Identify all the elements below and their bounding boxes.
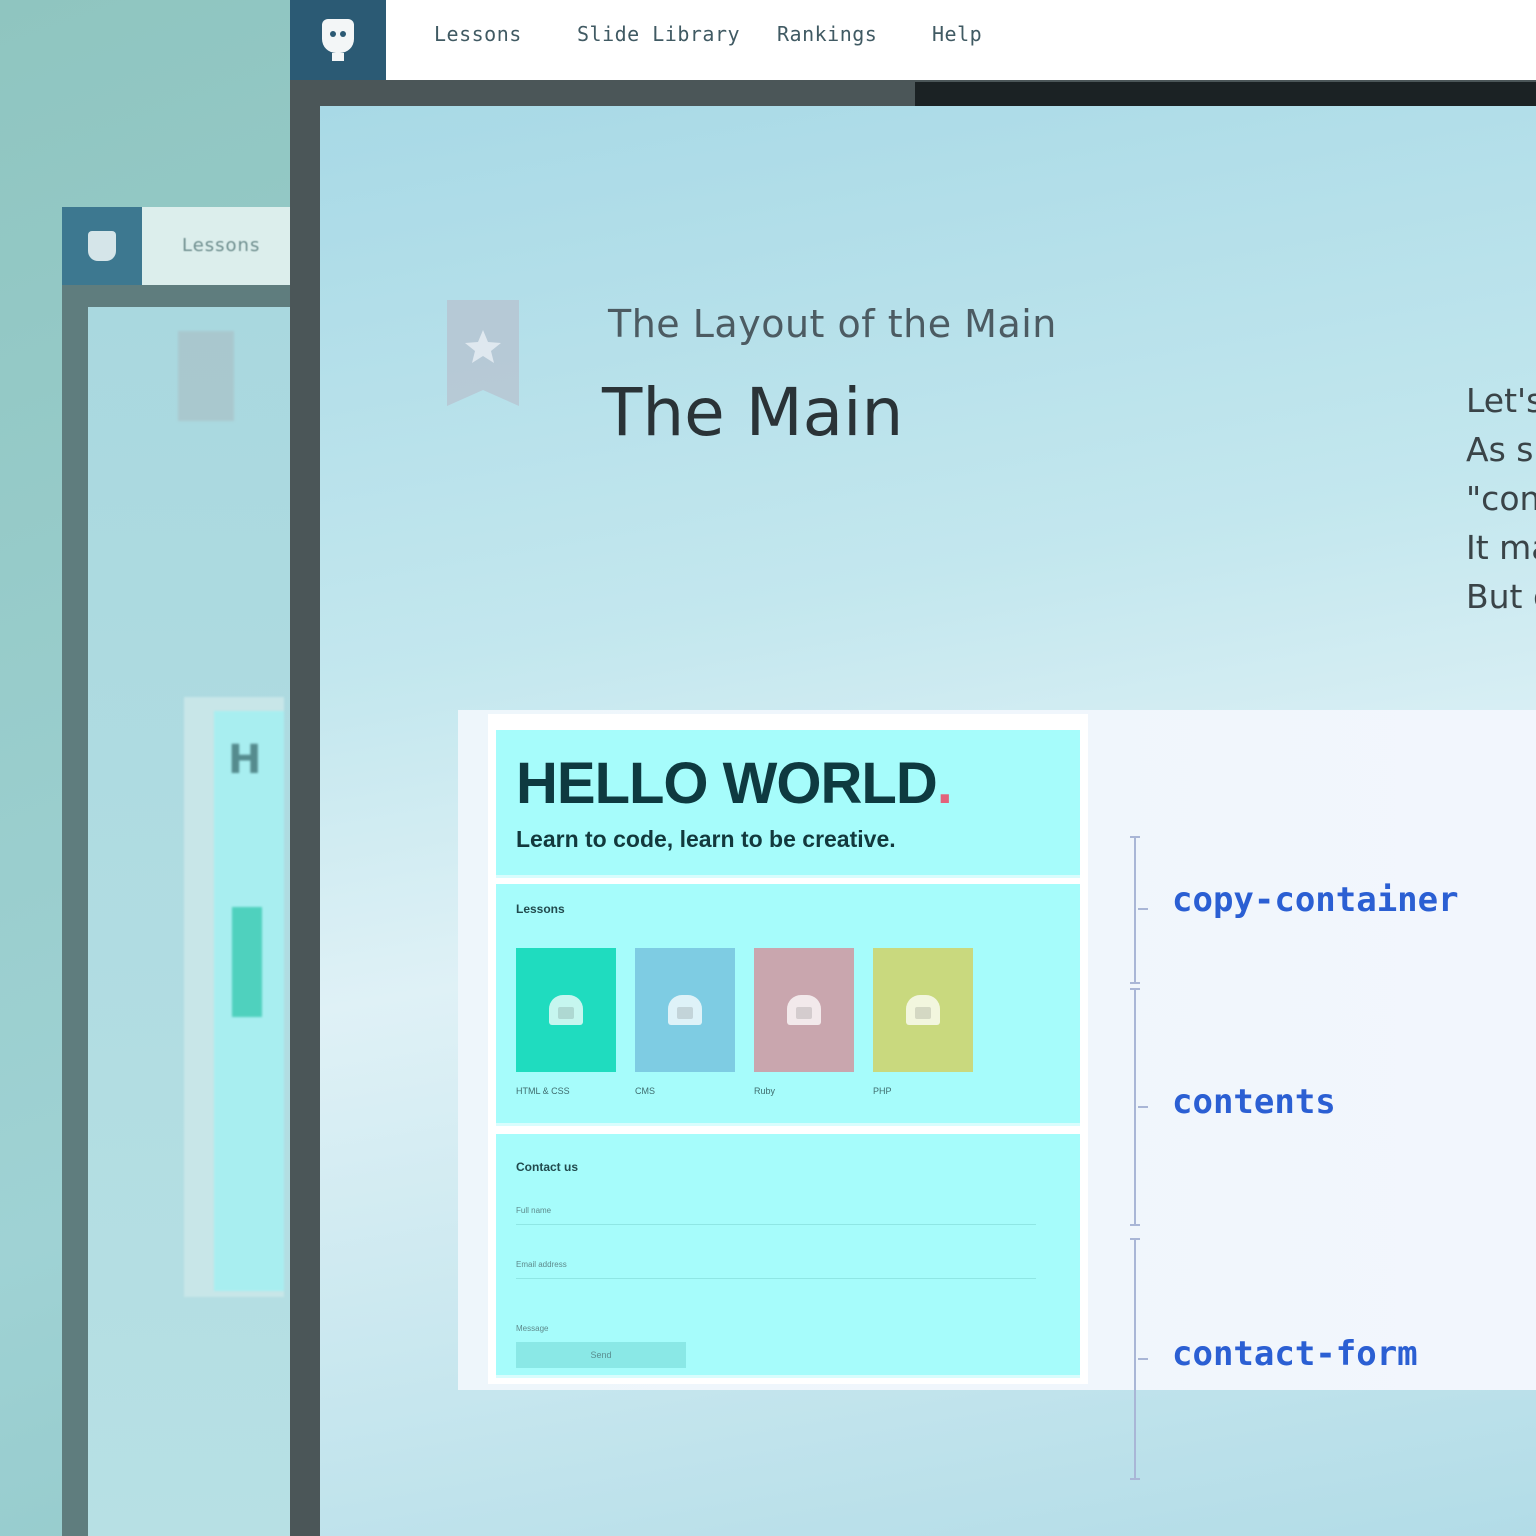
background-window: Lessons H — [62, 207, 302, 1536]
website-mockup: HELLO WORLD. Learn to code, learn to be … — [488, 714, 1088, 1384]
lesson-tile-icon — [549, 995, 583, 1025]
slide-title: The Main — [602, 374, 904, 451]
bg-logo-box — [62, 207, 142, 285]
mockup-contents-label: Lessons — [516, 902, 565, 916]
mockup-contact-form: Contact us Full name Email address Messa… — [496, 1134, 1080, 1378]
mockup-field-line — [516, 1278, 1036, 1279]
lesson-tile-caption: HTML & CSS — [516, 1086, 570, 1096]
side-text-line: It ma — [1466, 528, 1536, 567]
slide-subtitle: The Layout of the Main — [608, 302, 1057, 346]
mockup-hero-title: HELLO WORLD. — [516, 751, 953, 816]
top-nav: Lessons Slide Library Rankings Help — [386, 0, 1536, 80]
bg-nav-item-lessons: Lessons — [182, 235, 261, 256]
bracket-contents — [1130, 988, 1148, 1226]
lesson-tile-php — [873, 948, 973, 1072]
label-contact-form: contact-form — [1172, 1334, 1418, 1374]
nav-item-rankings[interactable]: Rankings — [777, 22, 877, 46]
slide: The Layout of the Main The Main Let's As… — [320, 106, 1536, 1536]
nav-item-lessons[interactable]: Lessons — [434, 22, 522, 46]
app-logo-icon — [318, 19, 358, 61]
mockup-contact-label: Contact us — [516, 1160, 579, 1174]
main-window: Lessons Slide Library Rankings Help The … — [290, 0, 1536, 1536]
side-paragraph: Let's As sl "con It ma But c — [1466, 376, 1536, 621]
bg-app-logo-icon — [88, 231, 116, 261]
bracket-contact-form — [1130, 1238, 1148, 1480]
lesson-tile-caption: PHP — [873, 1086, 892, 1096]
progress-bar — [915, 82, 1536, 106]
mockup-send-button: Send — [516, 1342, 686, 1368]
side-text-line: But c — [1466, 577, 1536, 616]
mockup-hero-dot: . — [936, 751, 953, 816]
bg-mockup-heading: H — [228, 737, 262, 783]
mockup-contents: Lessons HTML & CSS CMS Ruby PHP — [496, 884, 1080, 1126]
mockup-field-label: Message — [516, 1324, 549, 1333]
side-text-line: "con — [1466, 479, 1536, 518]
side-text-line: Let's — [1466, 381, 1536, 420]
side-text-line: As sl — [1466, 430, 1536, 469]
lesson-tile-icon — [787, 995, 821, 1025]
lesson-tile-icon — [668, 995, 702, 1025]
lesson-tile-cms — [635, 948, 735, 1072]
lesson-tile-ruby — [754, 948, 854, 1072]
mockup-copy-container: HELLO WORLD. Learn to code, learn to be … — [496, 730, 1080, 878]
lesson-tile-caption: CMS — [635, 1086, 655, 1096]
bg-mockup-card: H — [184, 697, 284, 1297]
mockup-field-line — [516, 1224, 1036, 1225]
bookmark-star-icon[interactable] — [447, 300, 519, 406]
mockup-hero-subtitle: Learn to code, learn to be creative. — [516, 826, 896, 852]
logo-button[interactable] — [290, 0, 386, 80]
nav-item-slide-library[interactable]: Slide Library — [577, 22, 740, 46]
label-copy-container: copy-container — [1172, 880, 1459, 920]
mockup-field-label: Full name — [516, 1206, 552, 1215]
lesson-tile-html-css — [516, 948, 616, 1072]
bracket-copy-container — [1130, 836, 1148, 984]
bg-top-nav: Lessons — [142, 207, 302, 285]
mockup-field-label: Email address — [516, 1260, 567, 1269]
lesson-tile-caption: Ruby — [754, 1086, 776, 1096]
bg-bookmark-icon — [178, 331, 234, 421]
bg-mockup-tile — [232, 907, 262, 1017]
lesson-tile-icon — [906, 995, 940, 1025]
nav-item-help[interactable]: Help — [932, 22, 982, 46]
layout-diagram: HELLO WORLD. Learn to code, learn to be … — [458, 710, 1536, 1480]
label-contents: contents — [1172, 1082, 1336, 1122]
